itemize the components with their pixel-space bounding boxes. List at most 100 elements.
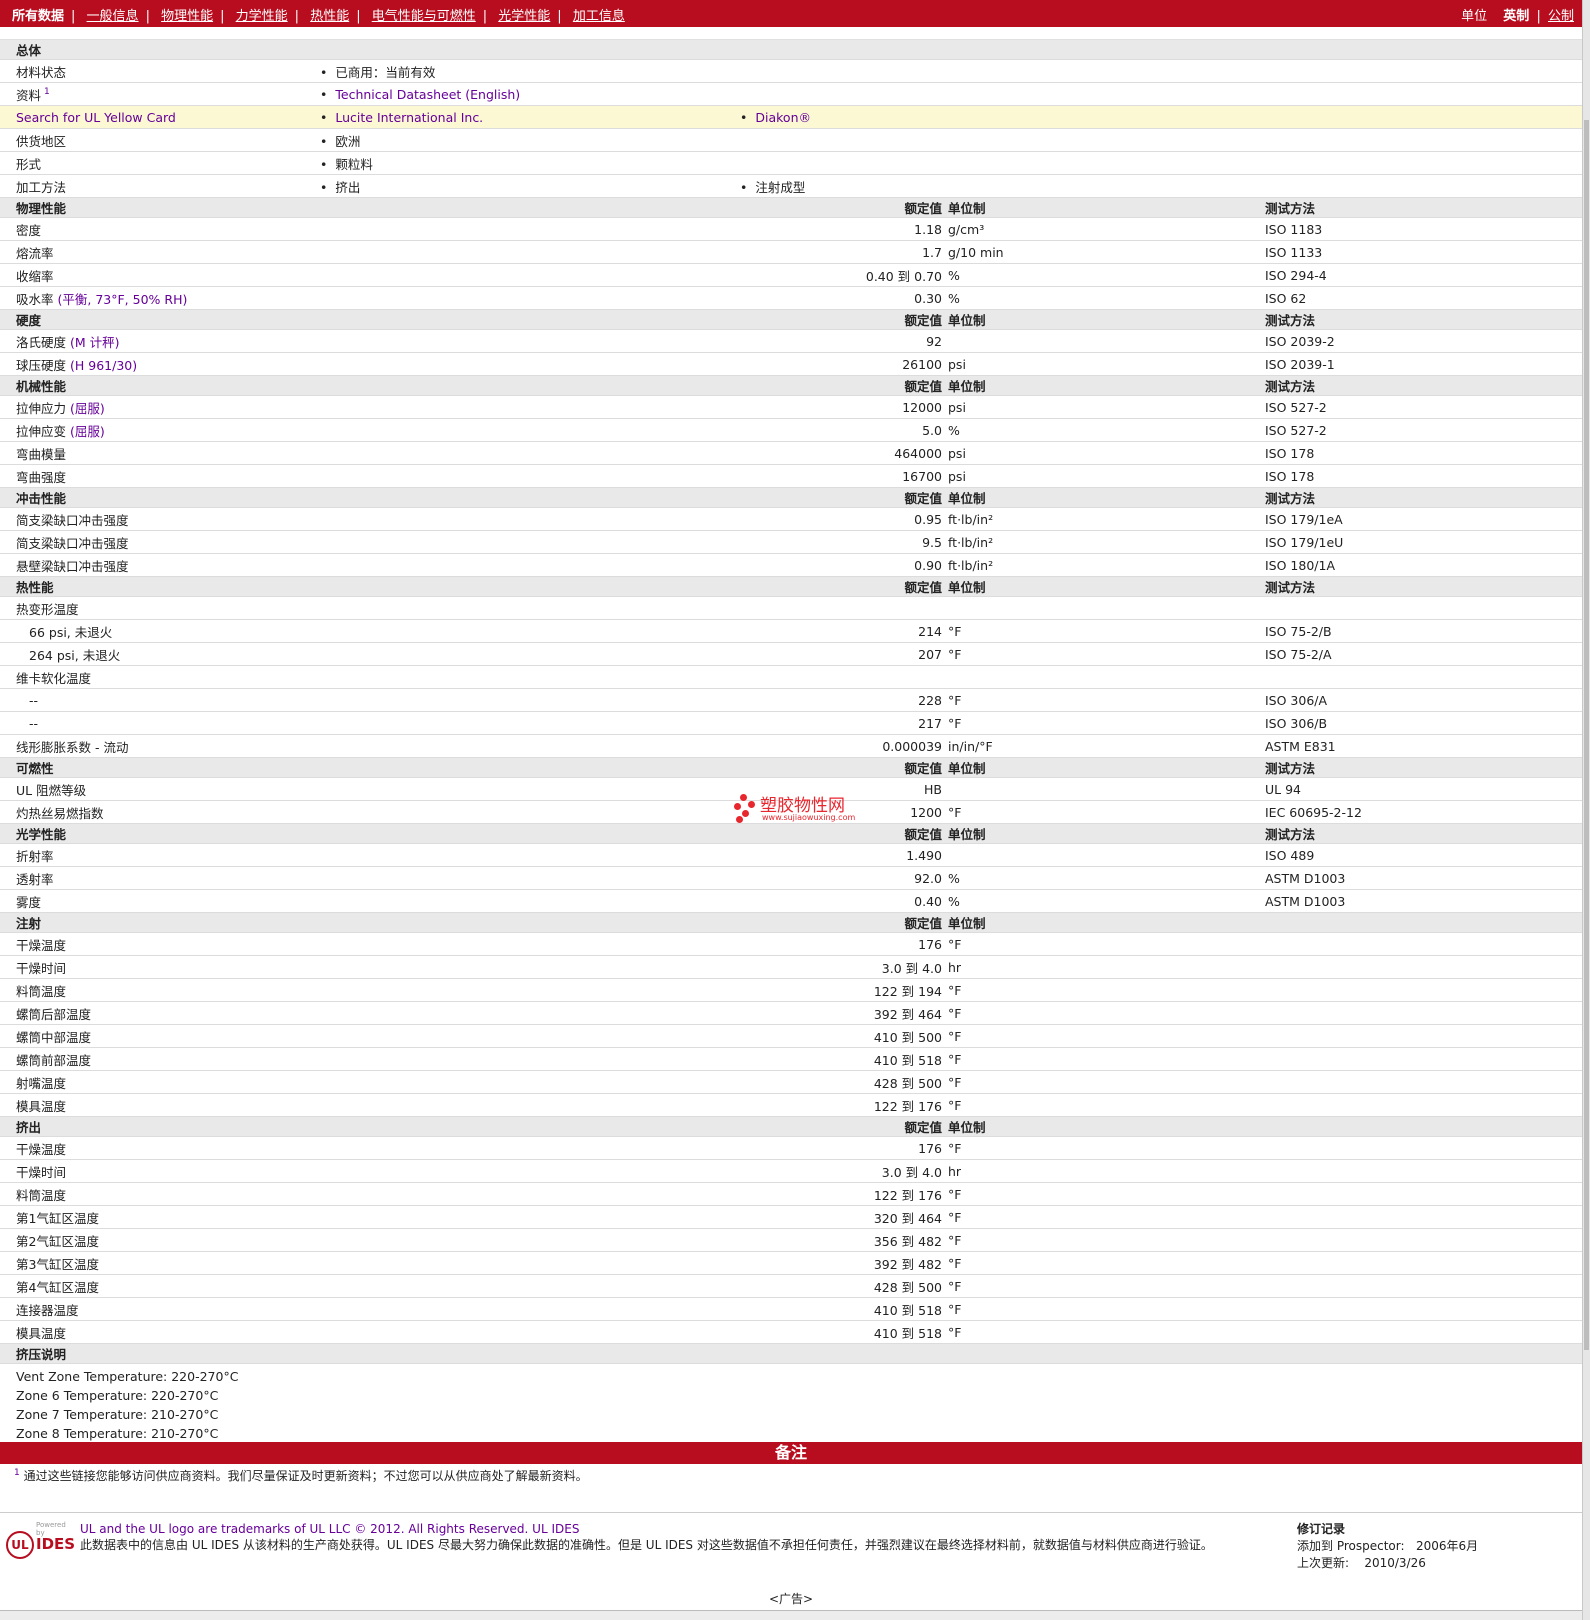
property-value: 392 到 464: [740, 1001, 948, 1025]
property-filler: [320, 1070, 740, 1094]
property-condition: (H 961/30): [70, 357, 138, 373]
property-name: 密度: [16, 222, 42, 238]
nav-link-physical[interactable]: 物理性能: [161, 5, 213, 24]
bullet-icon: •: [320, 64, 328, 80]
property-name: 连接器温度: [16, 1302, 79, 1318]
test-method: ASTM D1003: [1265, 866, 1582, 890]
property-label: 第2气缸区温度: [0, 1228, 320, 1252]
test-method: ISO 2039-1: [1265, 352, 1582, 376]
nav-link-processing[interactable]: 加工信息: [573, 5, 625, 24]
property-value: 26100: [740, 352, 948, 376]
property-value: 1.490: [740, 843, 948, 867]
unit-column-header: 单位制: [948, 197, 1265, 218]
property-value: 5.0: [740, 418, 948, 442]
value-column-header: 额定值: [740, 912, 948, 933]
property-row: 简支梁缺口冲击强度 0.95 ft·lb/in² ISO 179/1eA: [0, 507, 1582, 531]
general-label: 加工方法: [0, 174, 320, 198]
general-item-text[interactable]: Diakon®: [755, 110, 811, 125]
test-method: ISO 306/A: [1265, 688, 1582, 712]
property-condition: (平衡, 73°F, 50% RH): [57, 291, 188, 307]
general-item-text[interactable]: Lucite International Inc.: [335, 110, 483, 125]
test-method: ASTM D1003: [1265, 889, 1582, 913]
ad-label: <广告>: [768, 1592, 814, 1606]
revision-added: 添加到 Prospector: 2006年6月: [1297, 1538, 1478, 1555]
property-label: 简支梁缺口冲击强度: [0, 530, 320, 554]
footer: UL Powered by IDES UL and the UL logo ar…: [0, 1512, 1582, 1578]
bullet-icon: •: [320, 86, 328, 102]
footnote-ref[interactable]: 1: [44, 87, 50, 97]
unit-imperial: 英制: [1503, 9, 1530, 24]
general-label-text[interactable]: Search for UL Yellow Card: [16, 110, 176, 125]
vertical-scrollbar[interactable]: [1582, 0, 1590, 1620]
property-filler: [320, 1001, 740, 1025]
value-column-header: 额定值: [740, 197, 948, 218]
property-unit: °F: [948, 1024, 1265, 1048]
test-method: [1265, 1047, 1582, 1071]
property-name: 料筒温度: [16, 1187, 67, 1203]
property-unit: [948, 777, 1265, 801]
property-label: 灼热丝易燃指数: [0, 800, 320, 824]
bullet-icon: •: [320, 109, 328, 125]
property-name: 折射率: [16, 848, 54, 864]
property-label: 球压硬度 (H 961/30): [0, 352, 320, 376]
property-label: --: [0, 711, 320, 735]
method-column-header: 测试方法: [1265, 757, 1582, 778]
property-filler: [320, 734, 740, 758]
property-value: HB: [740, 777, 948, 801]
general-row: 材料状态 • 已商用：当前有效: [0, 59, 1582, 83]
method-column-header: [1265, 912, 1582, 933]
unit-metric-link[interactable]: 公制: [1548, 9, 1574, 24]
nav-link-thermal[interactable]: 热性能: [310, 5, 349, 24]
property-row: 66 psi, 未退火 214 °F ISO 75-2/B: [0, 619, 1582, 643]
section-title: 注射: [0, 912, 320, 933]
property-label: 雾度: [0, 889, 320, 913]
test-method: [1265, 1159, 1582, 1183]
value-column-header: 额定值: [740, 375, 948, 396]
property-row: 模具温度 122 到 176 °F: [0, 1093, 1582, 1117]
property-label: 简支梁缺口冲击强度: [0, 507, 320, 531]
nav-link-general[interactable]: 一般信息: [87, 5, 139, 24]
property-row: 干燥温度 176 °F: [0, 1136, 1582, 1160]
footnote: 1 通过这些链接您能够访问供应商资料。我们尽量保证及时更新资料；不过您可以从供应…: [14, 1467, 588, 1484]
property-name: UL 阻燃等级: [16, 782, 87, 798]
unit-column-header: 单位制: [948, 1116, 1265, 1137]
property-row: 264 psi, 未退火 207 °F ISO 75-2/A: [0, 642, 1582, 666]
property-unit: hr: [948, 1159, 1265, 1183]
section-header: 挤出 额定值 单位制: [0, 1116, 1582, 1137]
test-method: ISO 178: [1265, 441, 1582, 465]
property-name: --: [29, 715, 39, 731]
property-filler: [320, 642, 740, 666]
property-value: 428 到 500: [740, 1070, 948, 1094]
general-row: 资料 1 • Technical Datasheet (English): [0, 82, 1582, 106]
property-value: 1200: [740, 800, 948, 824]
property-label: UL 阻燃等级: [0, 777, 320, 801]
property-filler: [320, 395, 740, 419]
nav-all-data[interactable]: 所有数据: [12, 5, 64, 24]
scrollbar-thumb[interactable]: [1584, 120, 1589, 1350]
property-value: 122 到 176: [740, 1182, 948, 1206]
added-label: 添加到 Prospector:: [1297, 1539, 1405, 1553]
property-value: [740, 665, 948, 689]
general-row: 形式 • 颗粒料: [0, 151, 1582, 175]
method-column-header: 测试方法: [1265, 487, 1582, 508]
property-unit: ft·lb/in²: [948, 553, 1265, 577]
property-unit: °F: [948, 932, 1265, 956]
general-item-text[interactable]: Technical Datasheet (English): [335, 87, 520, 102]
property-label: 密度: [0, 217, 320, 241]
property-filler: [320, 619, 740, 643]
property-filler: [320, 464, 740, 488]
nav-link-mechanical[interactable]: 力学性能: [236, 5, 288, 24]
property-filler: [320, 1024, 740, 1048]
property-name: 熔流率: [16, 245, 54, 261]
property-unit: hr: [948, 955, 1265, 979]
property-filler: [320, 1047, 740, 1071]
general-label: 形式: [0, 151, 320, 175]
nav-link-optical[interactable]: 光学性能: [498, 5, 550, 24]
property-label: 维卡软化温度: [0, 665, 320, 689]
nav-link-electrical[interactable]: 电气性能与可燃性: [372, 5, 476, 24]
method-column-header: 测试方法: [1265, 576, 1582, 597]
property-row: 灼热丝易燃指数 1200 °F IEC 60695-2-12: [0, 800, 1582, 824]
property-filler: [320, 553, 740, 577]
property-label: 拉伸应力 (屈服): [0, 395, 320, 419]
property-name: 第3气缸区温度: [16, 1256, 99, 1272]
